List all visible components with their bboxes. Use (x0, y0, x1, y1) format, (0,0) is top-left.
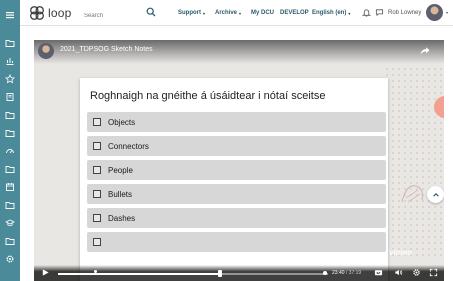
dashboard-icon[interactable] (0, 144, 20, 158)
vimeo-logo[interactable]: vimeo (389, 248, 412, 257)
star-icon[interactable] (0, 72, 20, 86)
book-icon[interactable] (0, 90, 20, 104)
quiz-option[interactable]: Bullets (87, 184, 386, 204)
sketch-background-pattern (384, 66, 444, 256)
user-name[interactable]: Rob Lowney (388, 0, 421, 26)
search-icon[interactable] (146, 7, 156, 17)
checkbox[interactable] (93, 190, 101, 198)
graduation-cap-icon[interactable] (0, 216, 20, 230)
settings-icon[interactable] (412, 268, 421, 277)
folder-icon[interactable] (0, 162, 20, 176)
grades-icon[interactable] (0, 54, 20, 68)
logo-text: loop (48, 6, 72, 20)
quiz-option[interactable]: Connectors (87, 136, 386, 156)
menu-icon[interactable] (0, 8, 20, 22)
quiz-option-label: Bullets (108, 189, 133, 199)
quiz-option[interactable]: People (87, 160, 386, 180)
nav-develop[interactable]: DEVELOP (280, 0, 309, 26)
nav-my-dcu-label: My DCU (251, 10, 275, 16)
progress-handle[interactable] (218, 270, 222, 277)
volume-icon[interactable] (394, 268, 403, 277)
scroll-up-button[interactable] (427, 186, 444, 203)
quiz-card: Roghnaigh na gnéithe á úsáidtear i nótaí… (80, 78, 388, 281)
nav-support[interactable]: Support ▾ (178, 0, 205, 26)
total-time: / 37:19 (345, 270, 362, 276)
checkbox[interactable] (93, 238, 101, 246)
checkbox[interactable] (93, 166, 101, 174)
folder-icon[interactable] (0, 108, 20, 122)
quiz-option[interactable] (87, 232, 386, 252)
nav-archive-label: Archive (215, 10, 238, 16)
messages-icon[interactable] (375, 8, 384, 17)
quiz-option-label: Objects (108, 117, 136, 127)
nav-language[interactable]: English (en) ▾ (312, 0, 350, 26)
quiz-option-label: Connectors (108, 141, 149, 151)
chevron-down-icon[interactable]: ▾ (446, 10, 448, 15)
channel-avatar[interactable] (38, 43, 54, 59)
nav-language-label: English (en) (312, 10, 347, 16)
folder-icon[interactable] (0, 234, 20, 248)
play-icon[interactable] (41, 268, 50, 277)
checkbox[interactable] (93, 142, 101, 150)
nav-my-dcu[interactable]: My DCU (251, 0, 274, 26)
left-sidebar (0, 0, 20, 281)
settings-icon[interactable] (0, 252, 20, 266)
current-time: 23:40 (332, 270, 345, 276)
captions-icon[interactable] (374, 268, 383, 277)
chevron-down-icon: ▾ (239, 10, 242, 16)
notification-bell-icon[interactable] (362, 8, 371, 17)
checkbox[interactable] (93, 214, 101, 222)
folder-icon[interactable] (0, 36, 20, 50)
calendar-icon[interactable] (0, 180, 20, 194)
loop-logo[interactable]: loop (28, 3, 72, 23)
nav-develop-label: DEVELOP (280, 10, 309, 16)
chapter-marker[interactable] (94, 270, 97, 273)
chevron-up-icon (432, 192, 439, 197)
quiz-question: Roghnaigh na gnéithe á úsáidtear i nótaí… (90, 90, 326, 102)
video-player[interactable]: 2021_TDPSOG Sketch Notes Roghnaigh na gn… (34, 40, 444, 281)
search-input[interactable] (80, 7, 156, 25)
share-icon[interactable] (419, 45, 430, 56)
top-header: loop Support ▾ Archive ▾ My DCU DEVELOP … (20, 0, 453, 26)
folder-icon[interactable] (0, 198, 20, 212)
progress-played (58, 273, 220, 275)
video-title[interactable]: 2021_TDPSOG Sketch Notes (60, 46, 153, 53)
checkbox[interactable] (93, 118, 101, 126)
loop-logo-icon (30, 6, 44, 20)
chapter-marker[interactable] (323, 271, 327, 275)
avatar[interactable] (426, 4, 443, 21)
quiz-option[interactable]: Objects (87, 112, 386, 132)
fullscreen-icon[interactable] (429, 268, 438, 277)
quiz-option-label: Dashes (108, 213, 136, 223)
timecode: 23:40 / 37:19 (332, 270, 361, 276)
sketch-doodle-icon (401, 185, 423, 203)
chevron-down-icon: ▾ (348, 10, 351, 16)
folder-icon[interactable] (0, 126, 20, 140)
chevron-down-icon: ▾ (203, 10, 206, 16)
nav-support-label: Support (178, 10, 201, 16)
quiz-option-label: People (108, 165, 133, 175)
quiz-option[interactable]: Dashes (87, 208, 386, 228)
nav-archive[interactable]: Archive ▾ (215, 0, 241, 26)
